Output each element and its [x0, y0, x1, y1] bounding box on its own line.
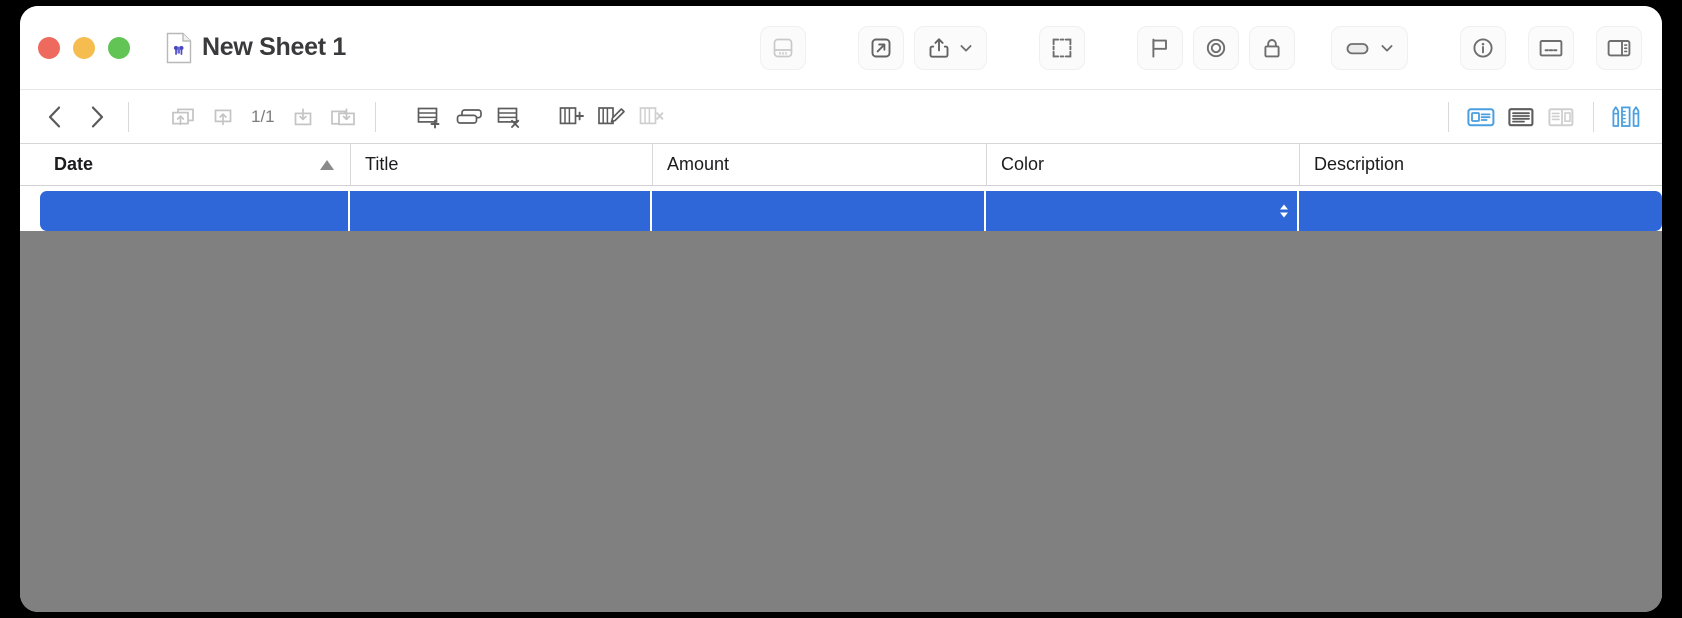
minimize-button[interactable]: [73, 36, 95, 59]
column-header-title[interactable]: Title: [350, 144, 652, 185]
column-header-color[interactable]: Color: [986, 144, 1299, 185]
list-view-icon: [1508, 107, 1534, 126]
tag-button[interactable]: [1331, 25, 1408, 70]
records-table: Date Title Amount Color Description: [20, 144, 1662, 612]
empty-canvas: [20, 231, 1662, 612]
share-button[interactable]: [914, 25, 987, 70]
arrow-up-right-square-icon: [871, 38, 891, 57]
chevron-down-icon: [1381, 44, 1393, 52]
flag-button[interactable]: [1137, 25, 1183, 70]
pill-tag-icon: [1346, 42, 1369, 54]
record-plus-icon: [417, 107, 440, 128]
sidebar-toggle-button[interactable]: [760, 25, 806, 70]
list-view-button[interactable]: [1501, 99, 1541, 135]
table-header-row: Date Title Amount Color Description: [20, 144, 1662, 186]
chevron-left-icon: [48, 105, 61, 127]
target-button[interactable]: [1193, 25, 1239, 70]
new-field-button[interactable]: [552, 99, 592, 135]
import-stacked-icon: [172, 108, 194, 125]
info-circle-icon: [1473, 37, 1493, 58]
page-title: New Sheet 1: [202, 33, 346, 61]
flag-icon: [1152, 38, 1167, 58]
cell-description[interactable]: [1299, 191, 1662, 231]
column-header-label: Amount: [667, 154, 730, 174]
sidebar-panel-icon: [773, 38, 793, 57]
delete-record-button[interactable]: [490, 99, 530, 135]
split-view-icon: [1548, 107, 1574, 126]
column-header-amount[interactable]: Amount: [652, 144, 986, 185]
traffic-lights: [38, 36, 130, 59]
cell-date[interactable]: [40, 191, 350, 231]
chevron-down-icon: [960, 44, 972, 52]
sort-ascending-icon: [320, 159, 334, 170]
cell-title[interactable]: [350, 191, 652, 231]
column-header-date[interactable]: Date: [20, 144, 350, 185]
column-header-description[interactable]: Description: [1299, 144, 1662, 185]
import-record-button[interactable]: [203, 99, 243, 135]
form-view-icon: [1467, 107, 1495, 126]
table-row[interactable]: [40, 191, 1662, 231]
table-body: [20, 186, 1662, 231]
toolbar-divider-2: [374, 101, 376, 132]
page-indicator: 1/1: [251, 106, 275, 126]
column-header-label: Description: [1314, 154, 1405, 174]
toolbar-divider-3: [1448, 101, 1449, 132]
lock-icon: [1264, 38, 1280, 57]
column-header-label: Color: [1001, 154, 1045, 174]
delete-field-button[interactable]: [632, 99, 672, 135]
export-record-button[interactable]: [283, 99, 323, 135]
export-single-icon: [294, 107, 311, 125]
chevron-right-icon: [91, 105, 104, 127]
inspector-toggle-button[interactable]: [1596, 25, 1642, 70]
note-button[interactable]: [1528, 25, 1574, 70]
target-circle-icon: [1206, 38, 1226, 57]
right-panel-icon: [1607, 39, 1631, 56]
field-edit-icon: [597, 106, 625, 124]
split-view-button[interactable]: [1541, 99, 1581, 135]
duplicate-record-button[interactable]: [450, 99, 490, 135]
fullscreen-button[interactable]: [1039, 25, 1085, 70]
app-window: New Sheet 1 1/1 Date Title Amount Color …: [20, 6, 1662, 612]
column-header-label: Date: [54, 154, 94, 174]
document-title-group[interactable]: New Sheet 1: [166, 32, 346, 64]
previous-record-button[interactable]: [36, 99, 76, 135]
form-view-button[interactable]: [1461, 99, 1501, 135]
record-toolbar: 1/1: [20, 90, 1662, 144]
toolbar-divider-4: [1593, 101, 1594, 132]
toolbar-divider-1: [128, 101, 129, 132]
export-records-button[interactable]: [323, 99, 363, 135]
open-external-button[interactable]: [858, 25, 904, 70]
field-delete-icon: [639, 106, 663, 124]
title-bar: New Sheet 1: [20, 6, 1662, 90]
pencil-ruler-icon: [1612, 105, 1640, 127]
layout-tools-button[interactable]: [1606, 99, 1646, 135]
note-card-icon: [1539, 39, 1563, 56]
import-single-icon: [214, 109, 232, 125]
stepper-up-icon[interactable]: [1280, 204, 1288, 210]
maximize-button[interactable]: [108, 36, 130, 59]
next-record-button[interactable]: [76, 99, 116, 135]
stepper-down-icon[interactable]: [1280, 212, 1288, 218]
record-duplicate-icon: [456, 108, 482, 124]
cell-amount[interactable]: [652, 191, 986, 231]
share-icon: [929, 37, 949, 58]
lock-button[interactable]: [1249, 25, 1295, 70]
field-plus-icon: [559, 106, 584, 124]
edit-field-button[interactable]: [592, 99, 632, 135]
crop-frame-icon: [1052, 38, 1072, 57]
export-stacked-icon: [330, 107, 355, 125]
color-stepper[interactable]: [1280, 204, 1288, 218]
cell-color[interactable]: [986, 191, 1299, 231]
close-button[interactable]: [38, 36, 60, 59]
import-records-button[interactable]: [163, 99, 203, 135]
new-record-button[interactable]: [410, 99, 450, 135]
record-delete-icon: [497, 107, 519, 128]
column-header-label: Title: [365, 154, 399, 174]
info-button[interactable]: [1460, 25, 1506, 70]
document-icon: [166, 32, 192, 63]
